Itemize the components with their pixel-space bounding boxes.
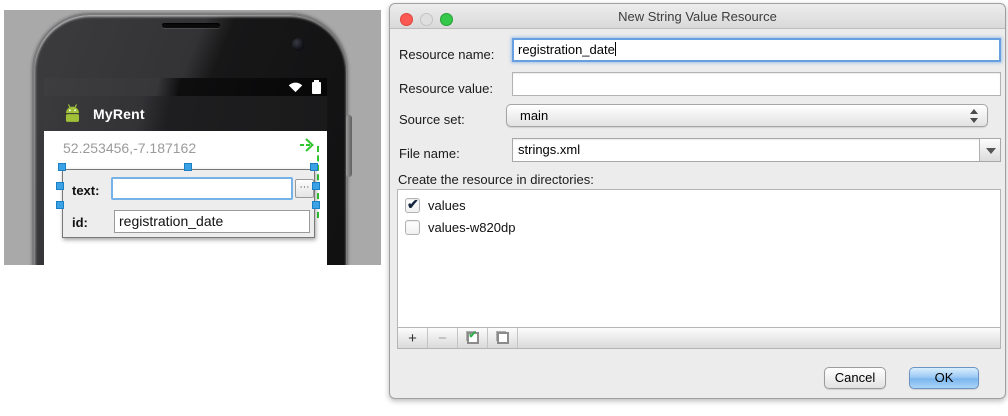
id-property-label: id: [72,215,88,230]
id-property-input[interactable]: registration_date [114,210,310,233]
selection-handle[interactable] [56,182,64,190]
check-all-icon [467,332,479,344]
file-name-combobox[interactable]: strings.xml [512,138,1001,162]
device-preview-pane: MyRent 52.253456,-7.187162 text: [4,10,381,265]
uncheck-all-button[interactable] [488,328,518,348]
dropdown-arrow-button[interactable] [979,139,1000,161]
uncheck-all-icon [497,332,509,344]
phone-side-button [346,115,352,177]
dialog-title: New String Value Resource [390,9,1005,24]
resource-value-input[interactable] [512,72,1001,96]
directories-list[interactable]: values values-w820dp [397,189,1001,328]
directories-section-label: Create the resource in directories: [398,172,594,187]
source-set-label: Source set: [399,112,465,127]
selection-handle[interactable] [312,201,320,209]
source-set-combobox[interactable]: main [506,104,988,127]
text-caret [615,42,616,56]
values-checkbox[interactable] [405,198,420,213]
source-set-value: main [520,108,548,123]
app-title: MyRent [93,106,145,122]
ok-button[interactable]: OK [909,367,979,389]
resource-name-label: Resource name: [399,47,494,62]
file-name-value[interactable]: strings.xml [512,138,1001,162]
add-directory-button[interactable]: + [398,328,428,348]
file-name-label: File name: [399,146,460,161]
resource-value-label: Resource value: [399,81,493,96]
values-w820dp-checkbox[interactable] [405,220,420,235]
dialog-titlebar[interactable]: New String Value Resource [390,4,1005,29]
directory-name: values [428,198,466,213]
selection-handle[interactable] [58,163,66,171]
text-property-input[interactable] [111,177,293,200]
stepper-arrows-icon [969,108,979,124]
selection-handle[interactable] [310,163,318,171]
new-string-resource-dialog: New String Value Resource Resource name:… [389,3,1006,399]
remove-directory-button[interactable]: − [428,328,458,348]
selection-handle[interactable] [184,163,192,171]
check-all-button[interactable] [458,328,488,348]
list-item[interactable]: values-w820dp [398,216,1000,238]
list-item[interactable]: values [398,194,1000,216]
selection-handle[interactable] [56,201,64,209]
screenshot-root: MyRent 52.253456,-7.187162 text: [0,0,1008,416]
android-robot-icon [61,102,84,125]
phone-speaker [162,23,220,28]
property-editor-popup: text: ⋯ id: registration_date [62,169,315,238]
cancel-button[interactable]: Cancel [824,367,886,389]
directory-name: values-w820dp [428,220,515,235]
resource-name-input[interactable]: registration_date [512,38,1001,62]
text-property-label: text: [72,183,99,198]
battery-icon [312,82,321,94]
selection-handle[interactable] [312,182,320,190]
wifi-icon [288,81,303,93]
green-arrow-icon[interactable] [299,135,319,155]
coordinates-textview[interactable]: 52.253456,-7.187162 [63,140,196,156]
directories-toolbar: + − [397,328,1001,349]
status-bar [44,78,327,96]
phone-camera [292,38,305,51]
resource-name-value: registration_date [518,42,615,57]
app-bar: MyRent [44,96,327,131]
